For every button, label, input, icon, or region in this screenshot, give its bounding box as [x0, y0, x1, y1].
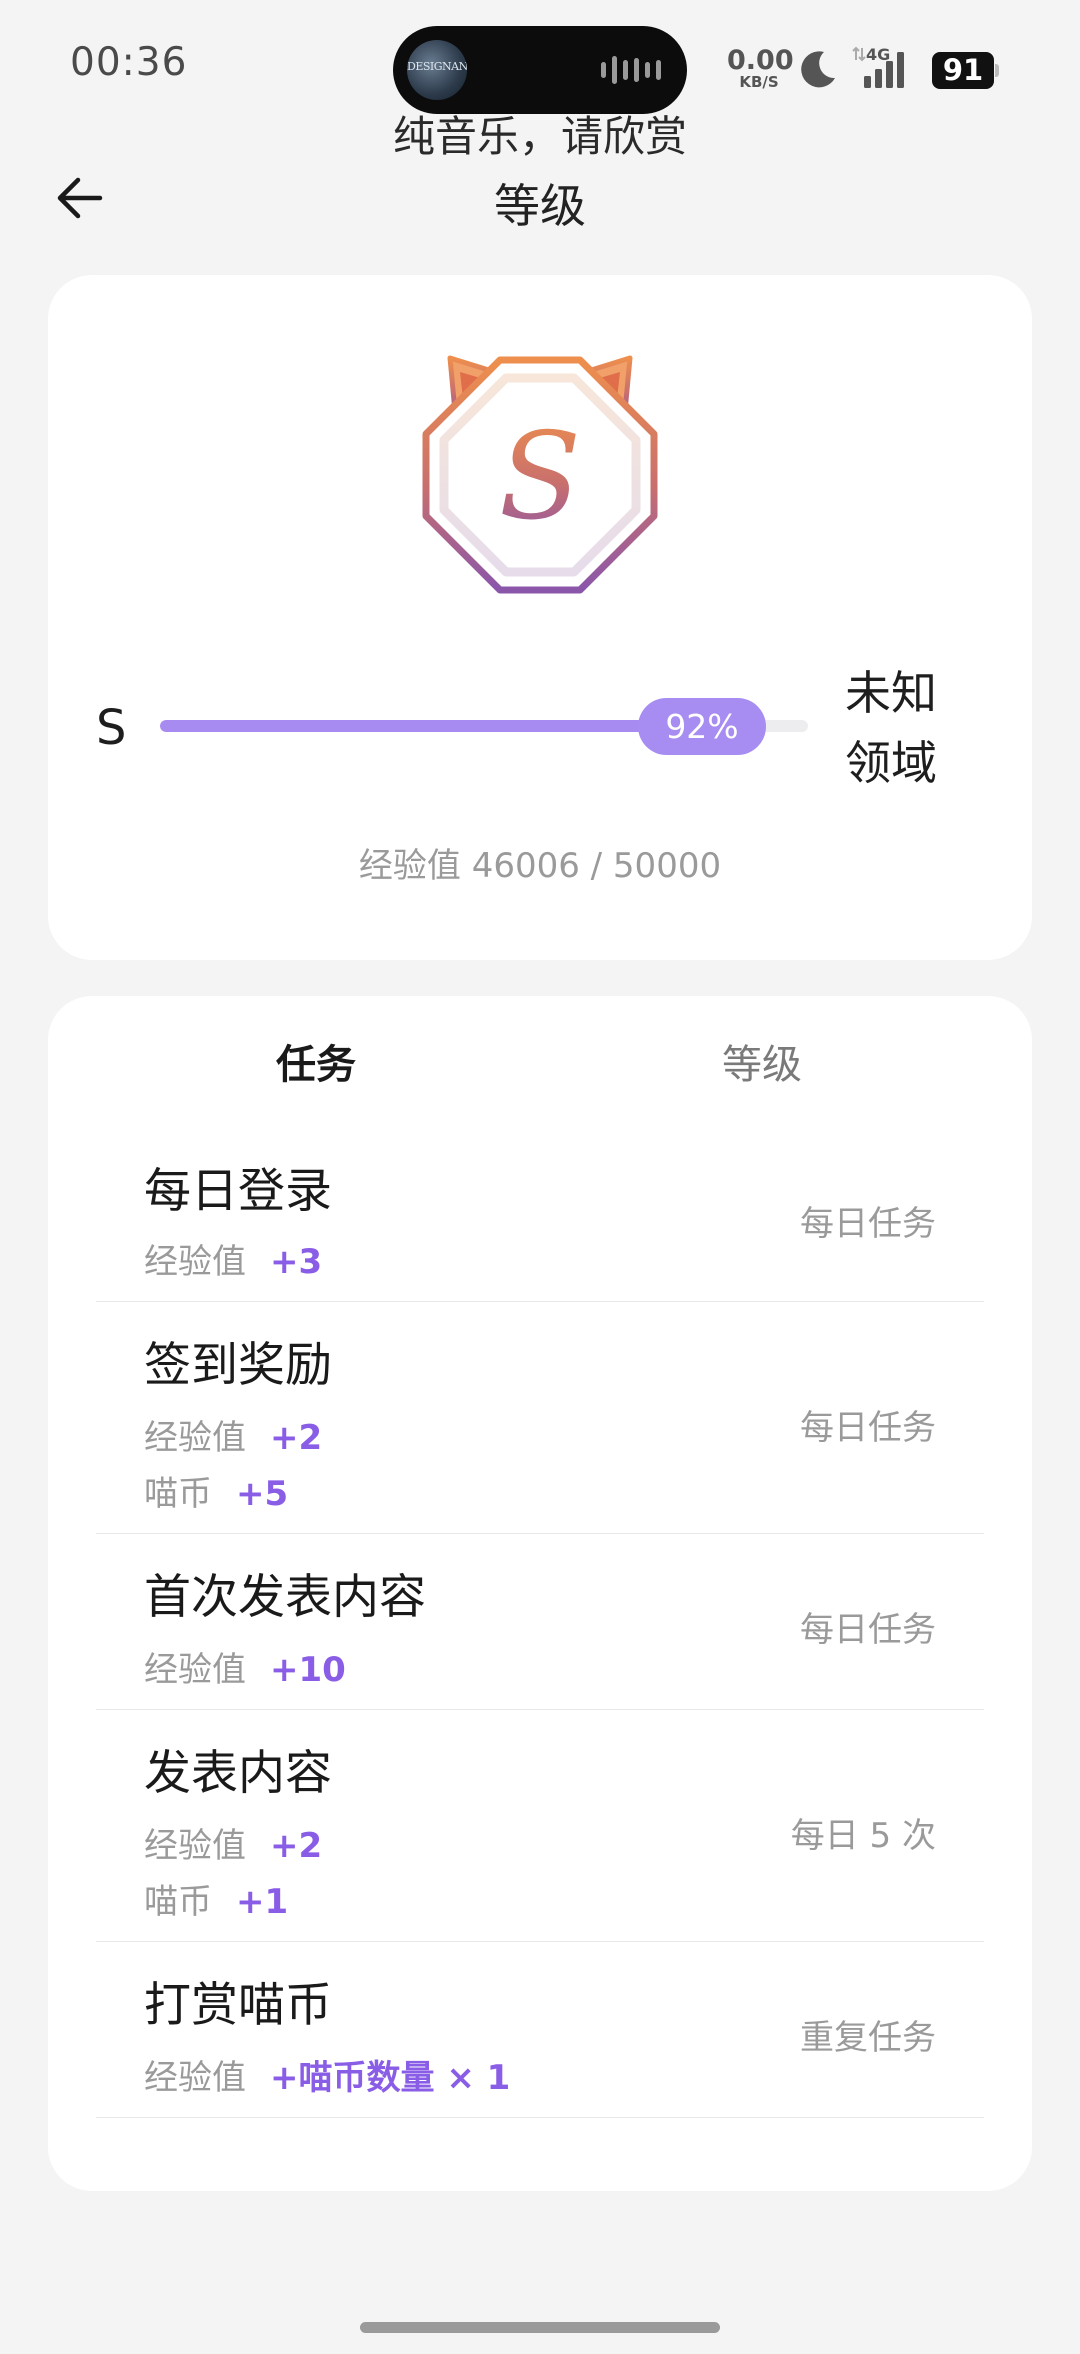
- task-reward: 经验值 +3: [144, 1242, 323, 1282]
- task-frequency: 每日 5 次: [790, 1816, 936, 1856]
- task-row: 打赏喵币 经验值 +喵币数量 × 1 重复任务: [96, 1942, 984, 2118]
- task-title: 签到奖励: [144, 1338, 332, 1393]
- task-title: 首次发表内容: [144, 1570, 426, 1625]
- home-indicator[interactable]: [360, 2322, 720, 2333]
- task-frequency: 每日任务: [800, 1408, 936, 1448]
- task-frequency: 每日任务: [800, 1610, 936, 1650]
- battery-indicator: 91: [932, 52, 994, 89]
- task-title: 每日登录: [144, 1164, 332, 1219]
- task-title: 发表内容: [144, 1746, 332, 1801]
- task-row: 签到奖励 经验值 +2 喵币 +5 每日任务: [96, 1302, 984, 1534]
- signal-icon: 4G: [852, 46, 904, 88]
- next-level-label: 未知领域: [845, 666, 937, 790]
- audio-wave-icon: [601, 54, 661, 86]
- task-reward: 经验值 +2: [144, 1418, 323, 1458]
- progress-percent-pill: 92%: [638, 698, 766, 755]
- task-frequency: 重复任务: [800, 2018, 936, 2058]
- back-arrow-icon[interactable]: [52, 170, 108, 226]
- status-time: 00:36: [70, 40, 188, 85]
- tab-tasks[interactable]: 任务: [166, 1032, 466, 1090]
- task-reward: 喵币 +1: [144, 1882, 289, 1922]
- now-playing-text: 纯音乐，请欣赏: [392, 112, 687, 161]
- current-level-label: S: [96, 700, 127, 756]
- task-reward: 经验值 +喵币数量 × 1: [144, 2058, 511, 2098]
- level-badge-icon: S: [422, 355, 658, 594]
- task-row: 发表内容 经验值 +2 喵币 +1 每日 5 次: [96, 1710, 984, 1942]
- tab-levels[interactable]: 等级: [612, 1032, 912, 1090]
- experience-text: 经验值 46006 / 50000: [358, 846, 722, 886]
- network-speed: 0.00 KB/S: [727, 45, 794, 91]
- page-title: 等级: [494, 179, 586, 233]
- task-row: 首次发表内容 经验值 +10 每日任务: [96, 1534, 984, 1710]
- album-thumbnail: DESIGNANT: [407, 40, 467, 100]
- task-reward: 经验值 +10: [144, 1650, 346, 1690]
- task-row: 每日登录 经验值 +3 每日任务: [96, 1130, 984, 1302]
- badge-letter: S: [499, 408, 581, 547]
- task-frequency: 每日任务: [800, 1204, 936, 1244]
- dynamic-island[interactable]: DESIGNANT: [393, 26, 687, 114]
- task-reward: 经验值 +2: [144, 1826, 323, 1866]
- moon-icon: [801, 51, 835, 88]
- task-title: 打赏喵币: [144, 1978, 332, 2033]
- battery-cap: [995, 64, 999, 77]
- task-reward: 喵币 +5: [144, 1474, 289, 1514]
